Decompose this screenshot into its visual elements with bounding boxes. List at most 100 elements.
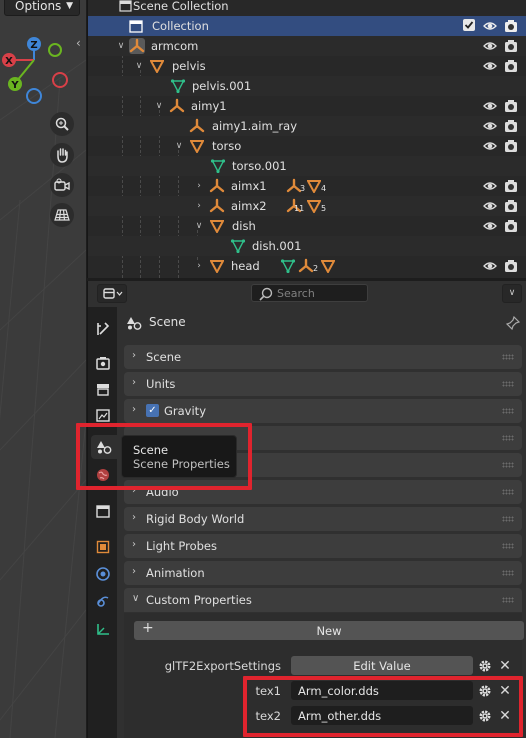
chevron-down-icon[interactable]: ∨ [194,221,204,231]
eye-icon[interactable] [483,19,497,36]
chevron-right-icon[interactable]: › [194,201,204,211]
panel-light-probes[interactable]: › Light Probes [124,534,522,558]
child-count-badge: 2 [313,264,319,273]
camera-render-icon[interactable] [504,219,518,236]
camera-render-icon[interactable] [504,139,518,156]
hand-icon[interactable] [50,143,74,167]
drag-grip-icon[interactable] [502,462,514,468]
camera-render-icon[interactable] [504,39,518,56]
chevron-down-icon[interactable]: ∨ [134,61,144,71]
outliner-row-aimy1-aim-ray[interactable]: aimy1.aim_ray [88,116,526,136]
gravity-checkbox[interactable]: ✓ [146,404,159,417]
drag-grip-icon[interactable] [502,543,514,549]
panel-label: Rigid Body World [146,512,245,526]
drag-grip-icon[interactable] [502,408,514,414]
drag-grip-icon[interactable] [502,354,514,360]
render-tab-icon[interactable] [91,351,115,375]
eye-icon[interactable] [483,139,497,156]
chevron-right-icon[interactable]: › [194,181,204,191]
navigation-gizmo[interactable]: Z X Y [0,32,76,108]
outliner-row-collection[interactable]: Collection [88,16,526,36]
camera-render-icon[interactable] [504,19,518,36]
3d-viewport[interactable]: Options ▼ ‹ Z X Y [0,0,86,738]
outliner-row-dish-mesh[interactable]: dish.001 [88,236,526,256]
eye-icon[interactable] [483,119,497,136]
outliner-row-dish[interactable]: ∨ dish [88,216,526,236]
zoom-icon[interactable] [50,112,74,136]
camera-icon[interactable] [50,173,74,197]
panel-scene[interactable]: › Scene [124,345,522,369]
panel-gravity[interactable]: › ✓ Gravity [124,399,522,423]
outliner-row-pelvis-mesh[interactable]: pelvis.001 [88,76,526,96]
panel-animation[interactable]: › Animation [124,561,522,585]
eye-icon[interactable] [483,219,497,236]
chevron-right-icon: › [132,539,136,550]
output-tab-icon[interactable] [91,377,115,401]
drag-grip-icon[interactable] [502,597,514,603]
tool-tab-icon[interactable] [91,317,115,341]
drag-grip-icon[interactable] [502,516,514,522]
eye-icon[interactable] [483,199,497,216]
camera-render-icon[interactable] [504,259,518,276]
scene-collection-icon [117,0,133,14]
empty-object-icon [189,118,205,134]
chevron-down-icon[interactable]: ∨ [174,141,184,151]
data-tab-icon[interactable] [91,617,115,641]
chevron-down-icon[interactable]: ∨ [116,41,126,51]
outliner[interactable]: Scene Collection Collection ∨ armcom ∨ p… [87,0,526,278]
panel-custom-properties[interactable]: ∨ Custom Properties [124,588,522,612]
panel-rigid-body-world[interactable]: › Rigid Body World [124,507,522,531]
physics-tab-icon[interactable] [91,562,115,586]
camera-render-icon[interactable] [504,179,518,196]
camera-render-icon[interactable] [504,119,518,136]
chevron-down-icon[interactable]: ∨ [502,284,522,303]
drag-grip-icon[interactable] [502,489,514,495]
outliner-row-armcom[interactable]: ∨ armcom [88,36,526,56]
grid-icon[interactable] [50,203,74,227]
child-count-badge: 4 [321,184,327,193]
remove-property-icon[interactable]: ✕ [498,658,512,674]
outliner-row-head[interactable]: › head 2 [88,256,526,276]
gear-icon[interactable] [477,658,493,674]
outliner-row-torso-mesh[interactable]: torso.001 [88,156,526,176]
outliner-row-aimx2[interactable]: › aimx2 11 5 [88,196,526,216]
properties-editor[interactable]: Search ∨ Scene › Scene › Units › ✓ Gravi… [87,281,526,738]
eye-icon[interactable] [483,259,497,276]
new-property-button[interactable]: + New [134,620,524,640]
eye-icon[interactable] [483,99,497,116]
outliner-row-aimx1[interactable]: › aimx1 3 4 [88,176,526,196]
chevron-down-icon: ∨ [132,593,140,604]
outliner-row-pelvis[interactable]: ∨ pelvis [88,56,526,76]
camera-render-icon[interactable] [504,99,518,116]
drag-grip-icon[interactable] [502,435,514,441]
chevron-right-icon: › [132,377,136,388]
outliner-row-torso[interactable]: ∨ torso [88,136,526,156]
pin-icon[interactable] [505,315,521,333]
panel-units[interactable]: › Units [124,372,522,396]
collapse-arrow-icon[interactable]: ‹ [76,36,81,50]
camera-render-icon[interactable] [504,199,518,216]
collection-tab-icon[interactable] [91,499,115,523]
constraints-tab-icon[interactable] [91,589,115,613]
chevron-right-icon: › [132,566,136,577]
search-input[interactable]: Search [251,284,368,302]
object-tab-icon[interactable] [91,535,115,559]
exclude-checkbox[interactable] [463,19,475,31]
options-dropdown[interactable]: Options ▼ [4,0,80,16]
chevron-down-icon[interactable]: ∨ [154,101,164,111]
drag-grip-icon[interactable] [502,570,514,576]
camera-render-icon[interactable] [504,59,518,76]
eye-icon[interactable] [483,59,497,76]
neg-x-axis-handle [52,72,68,88]
eye-icon[interactable] [483,179,497,196]
editor-type-dropdown[interactable] [97,284,127,303]
eye-icon[interactable] [483,39,497,56]
mesh-object-icon [189,138,205,154]
outliner-row-scene-collection[interactable]: Scene Collection [88,0,526,16]
outliner-row-label: torso.001 [232,159,287,173]
drag-grip-icon[interactable] [502,381,514,387]
edit-value-button[interactable]: Edit Value [291,656,473,675]
chevron-right-icon[interactable]: › [194,261,204,271]
child-count-badge: 3 [300,184,306,193]
outliner-row-aimy1[interactable]: ∨ aimy1 [88,96,526,116]
